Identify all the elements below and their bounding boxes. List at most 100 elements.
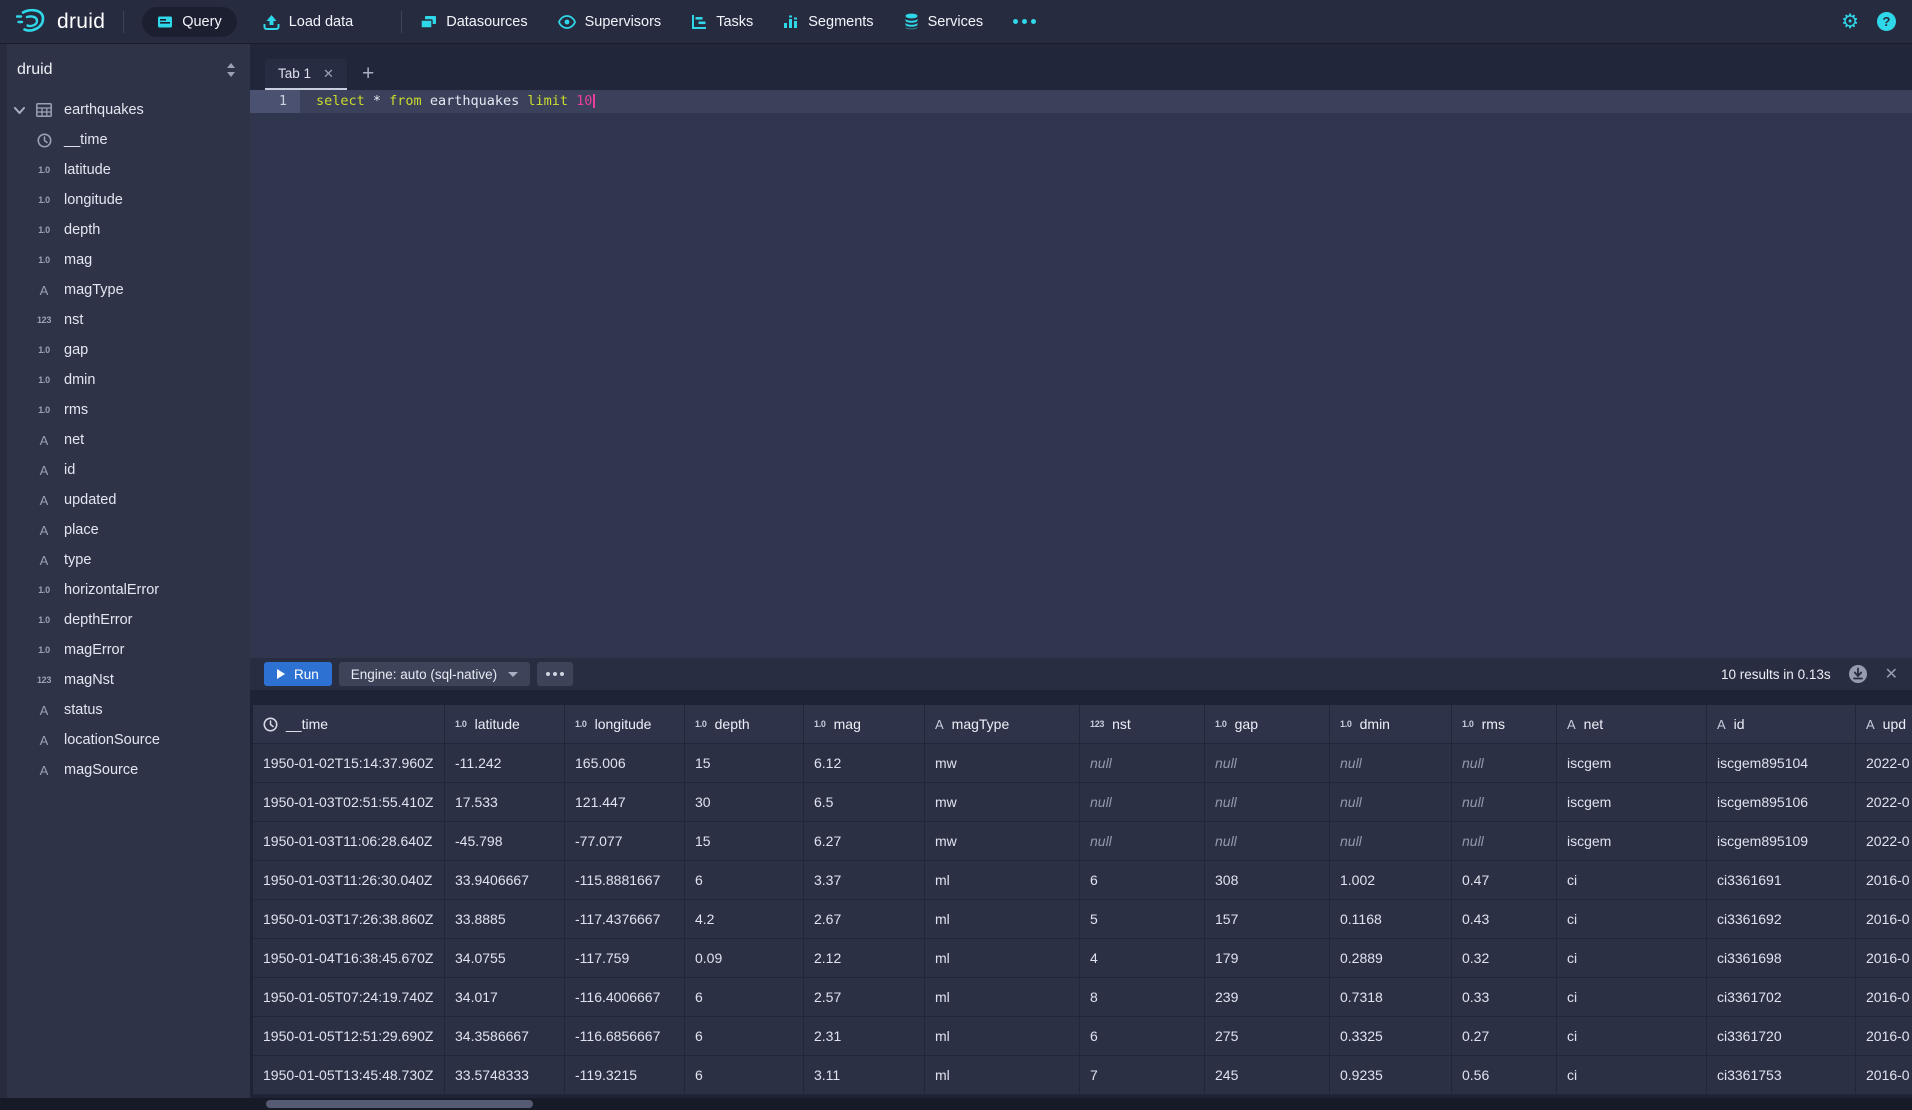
table-cell-dmin[interactable]: 1.002 xyxy=(1330,861,1452,900)
table-cell-mag[interactable]: 6.12 xyxy=(804,744,925,783)
table-cell-nst[interactable]: null xyxy=(1080,783,1205,822)
sidebar-column-depth[interactable]: 1.0depth xyxy=(7,215,250,245)
sidebar-column-magSource[interactable]: AmagSource xyxy=(7,755,250,785)
table-cell-dmin[interactable]: 0.2889 xyxy=(1330,939,1452,978)
table-cell-mag[interactable]: 6.5 xyxy=(804,783,925,822)
table-cell-upd[interactable]: 2022-0 xyxy=(1856,744,1912,783)
table-cell-id[interactable]: ci3361720 xyxy=(1707,1017,1856,1056)
table-cell-upd[interactable]: 2016-0 xyxy=(1856,861,1912,900)
table-cell-net[interactable]: ci xyxy=(1557,1017,1707,1056)
table-cell-net[interactable]: ci xyxy=(1557,939,1707,978)
table-cell-nst[interactable]: 4 xyxy=(1080,939,1205,978)
table-cell-mag[interactable]: 2.31 xyxy=(804,1017,925,1056)
sidebar-column-nst[interactable]: 123nst xyxy=(7,305,250,335)
table-cell-dmin[interactable]: null xyxy=(1330,822,1452,861)
table-cell-net[interactable]: iscgem xyxy=(1557,822,1707,861)
table-cell-gap[interactable]: 275 xyxy=(1205,1017,1330,1056)
table-cell-rms[interactable]: 0.27 xyxy=(1452,1017,1557,1056)
run-button[interactable]: Run xyxy=(264,662,332,686)
table-cell-depth[interactable]: 6 xyxy=(685,861,804,900)
table-cell-upd[interactable]: 2022-0 xyxy=(1856,783,1912,822)
table-cell-__time[interactable]: 1950-01-03T11:26:30.040Z xyxy=(253,861,445,900)
help-icon[interactable]: ? xyxy=(1877,12,1896,31)
nav-item-query[interactable]: Query xyxy=(142,7,237,37)
add-tab-button[interactable]: + xyxy=(362,63,374,84)
table-cell-rms[interactable]: 0.32 xyxy=(1452,939,1557,978)
table-cell-__time[interactable]: 1950-01-04T16:38:45.670Z xyxy=(253,939,445,978)
nav-item-tasks[interactable]: Tasks xyxy=(691,7,753,37)
table-cell-depth[interactable]: 6 xyxy=(685,1017,804,1056)
table-cell-dmin[interactable]: null xyxy=(1330,783,1452,822)
table-cell-rms[interactable]: null xyxy=(1452,744,1557,783)
table-cell-rms[interactable]: null xyxy=(1452,783,1557,822)
table-cell-longitude[interactable]: -77.077 xyxy=(565,822,685,861)
sidebar-column-magError[interactable]: 1.0magError xyxy=(7,635,250,665)
table-cell-id[interactable]: iscgem895106 xyxy=(1707,783,1856,822)
table-cell-magType[interactable]: ml xyxy=(925,900,1080,939)
table-cell-mag[interactable]: 2.67 xyxy=(804,900,925,939)
results-header-dmin[interactable]: 1.0dmin xyxy=(1330,705,1452,744)
table-cell-longitude[interactable]: 121.447 xyxy=(565,783,685,822)
table-cell-latitude[interactable]: 17.533 xyxy=(445,783,565,822)
engine-select-button[interactable]: Engine: auto (sql-native) xyxy=(339,662,530,686)
sidebar-column-__time[interactable]: __time xyxy=(7,125,250,155)
table-cell-__time[interactable]: 1950-01-05T12:51:29.690Z xyxy=(253,1017,445,1056)
table-cell-id[interactable]: iscgem895109 xyxy=(1707,822,1856,861)
results-header-rms[interactable]: 1.0rms xyxy=(1452,705,1557,744)
table-cell-upd[interactable]: 2016-0 xyxy=(1856,1056,1912,1095)
table-cell-depth[interactable]: 6 xyxy=(685,1056,804,1095)
table-cell-upd[interactable]: 2016-0 xyxy=(1856,939,1912,978)
tab-close-icon[interactable]: ✕ xyxy=(323,66,334,82)
table-cell-magType[interactable]: ml xyxy=(925,861,1080,900)
table-cell-dmin[interactable]: 0.9235 xyxy=(1330,1056,1452,1095)
table-cell-net[interactable]: ci xyxy=(1557,861,1707,900)
table-cell-latitude[interactable]: 33.5748333 xyxy=(445,1056,565,1095)
table-cell-latitude[interactable]: 34.017 xyxy=(445,978,565,1017)
table-cell-gap[interactable]: null xyxy=(1205,783,1330,822)
table-cell-rms[interactable]: 0.33 xyxy=(1452,978,1557,1017)
table-cell-id[interactable]: ci3361691 xyxy=(1707,861,1856,900)
table-cell-id[interactable]: ci3361692 xyxy=(1707,900,1856,939)
nav-item-segments[interactable]: Segments xyxy=(783,7,873,37)
table-cell-__time[interactable]: 1950-01-03T02:51:55.410Z xyxy=(253,783,445,822)
table-cell-depth[interactable]: 4.2 xyxy=(685,900,804,939)
table-cell-__time[interactable]: 1950-01-03T11:06:28.640Z xyxy=(253,822,445,861)
table-cell-longitude[interactable]: 165.006 xyxy=(565,744,685,783)
sidebar-column-updated[interactable]: Aupdated xyxy=(7,485,250,515)
table-cell-rms[interactable]: 0.43 xyxy=(1452,900,1557,939)
table-cell-nst[interactable]: 8 xyxy=(1080,978,1205,1017)
table-cell-upd[interactable]: 2016-0 xyxy=(1856,1017,1912,1056)
table-cell-longitude[interactable]: -116.6856667 xyxy=(565,1017,685,1056)
double-caret-vertical-icon[interactable] xyxy=(224,61,238,79)
results-header-gap[interactable]: 1.0gap xyxy=(1205,705,1330,744)
table-cell-latitude[interactable]: 34.3586667 xyxy=(445,1017,565,1056)
table-cell-gap[interactable]: 308 xyxy=(1205,861,1330,900)
table-cell-longitude[interactable]: -117.759 xyxy=(565,939,685,978)
table-cell-__time[interactable]: 1950-01-05T13:45:48.730Z xyxy=(253,1056,445,1095)
table-cell-gap[interactable]: 239 xyxy=(1205,978,1330,1017)
sidebar-column-net[interactable]: Anet xyxy=(7,425,250,455)
table-cell-dmin[interactable]: 0.7318 xyxy=(1330,978,1452,1017)
table-cell-mag[interactable]: 2.57 xyxy=(804,978,925,1017)
download-icon[interactable] xyxy=(1848,664,1868,684)
sidebar-column-magNst[interactable]: 123magNst xyxy=(7,665,250,695)
table-cell-mag[interactable]: 3.11 xyxy=(804,1056,925,1095)
chevron-down-icon[interactable] xyxy=(7,107,31,114)
horizontal-scrollbar[interactable] xyxy=(0,1098,1912,1110)
table-cell-upd[interactable]: 2016-0 xyxy=(1856,978,1912,1017)
query-more-button[interactable] xyxy=(537,662,573,686)
table-cell-magType[interactable]: ml xyxy=(925,1056,1080,1095)
results-header-longitude[interactable]: 1.0longitude xyxy=(565,705,685,744)
table-cell-magType[interactable]: mw xyxy=(925,783,1080,822)
table-cell-dmin[interactable]: 0.1168 xyxy=(1330,900,1452,939)
table-cell-longitude[interactable]: -117.4376667 xyxy=(565,900,685,939)
sidebar-column-horizontalError[interactable]: 1.0horizontalError xyxy=(7,575,250,605)
table-cell-__time[interactable]: 1950-01-02T15:14:37.960Z xyxy=(253,744,445,783)
table-cell-magType[interactable]: mw xyxy=(925,822,1080,861)
tab-1[interactable]: Tab 1 ✕ xyxy=(265,59,347,90)
table-cell-magType[interactable]: ml xyxy=(925,939,1080,978)
table-cell-nst[interactable]: null xyxy=(1080,822,1205,861)
sql-editor[interactable]: 1 select * from earthquakes limit 10 xyxy=(250,90,1912,658)
nav-item-supervisors[interactable]: Supervisors xyxy=(558,7,662,37)
sidebar-column-magType[interactable]: AmagType xyxy=(7,275,250,305)
